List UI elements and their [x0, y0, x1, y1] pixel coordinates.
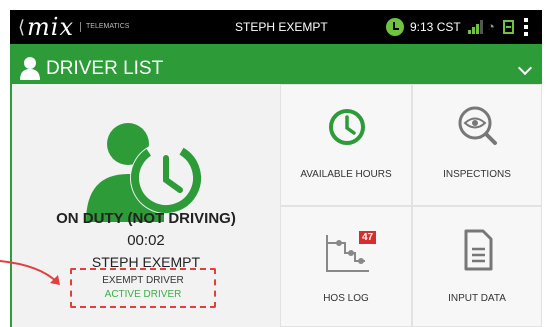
- callout-arrow-icon: [0, 260, 60, 285]
- exempt-driver-label: EXEMPT DRIVER: [102, 275, 184, 286]
- current-driver-name: STEPH EXEMPT: [235, 20, 328, 34]
- signal-strength-icon: [468, 20, 483, 34]
- hos-log-badge: 47: [359, 231, 377, 244]
- duty-status: ON DUTY (NOT DRIVING): [56, 210, 236, 227]
- clock-icon: [329, 109, 365, 145]
- person-icon: [20, 57, 40, 80]
- active-driver-label: ACTIVE DRIVER: [104, 289, 182, 300]
- inspections-tile[interactable]: INSPECTIONS: [412, 84, 542, 206]
- input-data-label: INPUT DATA: [448, 293, 506, 304]
- exempt-highlight-box: EXEMPT DRIVER ACTIVE DRIVER: [70, 268, 216, 308]
- chevron-down-icon[interactable]: [517, 60, 533, 76]
- hos-log-tile[interactable]: 47 HOS LOG: [280, 206, 412, 327]
- brand-subtitle: TELEMATICS: [80, 22, 129, 32]
- status-bar: ⟨ mix TELEMATICS STEPH EXEMPT 9:13 CST ◔: [10, 10, 542, 44]
- hos-log-label: HOS LOG: [323, 293, 369, 304]
- inspections-label: INSPECTIONS: [443, 169, 511, 180]
- available-hours-label: AVAILABLE HOURS: [300, 169, 392, 180]
- eye-icon: [458, 106, 497, 145]
- brand-logo: mix: [27, 13, 74, 41]
- back-chevron-icon[interactable]: ⟨: [18, 17, 25, 38]
- input-data-tile[interactable]: INPUT DATA: [412, 206, 542, 327]
- overflow-menu-icon[interactable]: [524, 18, 528, 36]
- on-duty-status-icon: [86, 123, 202, 222]
- available-hours-tile[interactable]: AVAILABLE HOURS: [280, 84, 412, 206]
- duty-duration: 00:02: [127, 232, 165, 249]
- clock-time: 9:13 CST: [410, 20, 461, 34]
- page-title: DRIVER LIST: [46, 58, 164, 79]
- device-icon: [503, 20, 514, 34]
- sync-status-icon: [386, 18, 404, 36]
- driver-status-panel[interactable]: ON DUTY (NOT DRIVING) 00:02 STEPH EXEMPT…: [12, 84, 280, 327]
- wifi-icon: ◔: [487, 19, 495, 34]
- document-icon: [464, 229, 493, 271]
